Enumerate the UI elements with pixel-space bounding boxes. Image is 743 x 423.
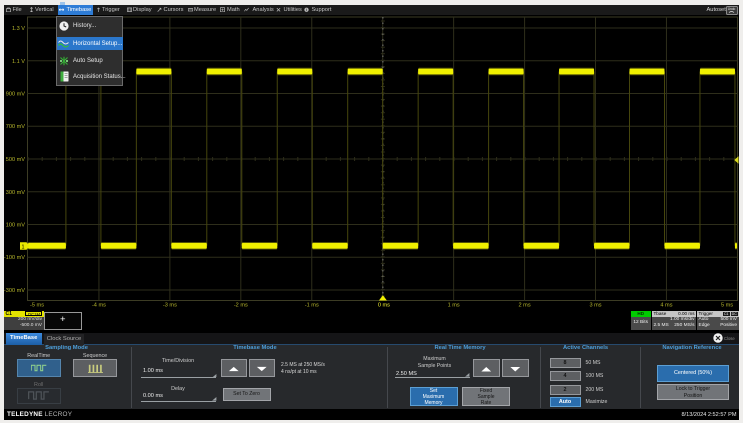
svg-text:1.3 V: 1.3 V bbox=[12, 26, 25, 32]
svg-text:1 ms: 1 ms bbox=[448, 303, 460, 309]
svg-text:2 ms: 2 ms bbox=[519, 303, 531, 309]
svg-text:3 ms: 3 ms bbox=[589, 303, 601, 309]
svg-text:-5 ms: -5 ms bbox=[30, 303, 44, 309]
svg-text:4 ms: 4 ms bbox=[660, 303, 672, 309]
svg-text:100 mV: 100 mV bbox=[6, 223, 26, 229]
svg-text:900 mV: 900 mV bbox=[6, 92, 26, 98]
svg-text:-3 ms: -3 ms bbox=[163, 303, 177, 309]
svg-text:1: 1 bbox=[22, 244, 25, 250]
svg-text:-4 ms: -4 ms bbox=[92, 303, 106, 309]
svg-text:300 mV: 300 mV bbox=[6, 190, 26, 196]
svg-text:500 mV: 500 mV bbox=[6, 157, 26, 163]
svg-text:1.1 V: 1.1 V bbox=[12, 59, 25, 65]
svg-text:0 ms: 0 ms bbox=[378, 303, 390, 309]
svg-text:-1 ms: -1 ms bbox=[305, 303, 319, 309]
svg-text:700 mV: 700 mV bbox=[6, 124, 26, 130]
svg-text:-300 mV: -300 mV bbox=[4, 288, 25, 294]
svg-text:-100 mV: -100 mV bbox=[4, 255, 25, 261]
svg-text:-2 ms: -2 ms bbox=[234, 303, 248, 309]
svg-text:5 ms: 5 ms bbox=[721, 303, 733, 309]
